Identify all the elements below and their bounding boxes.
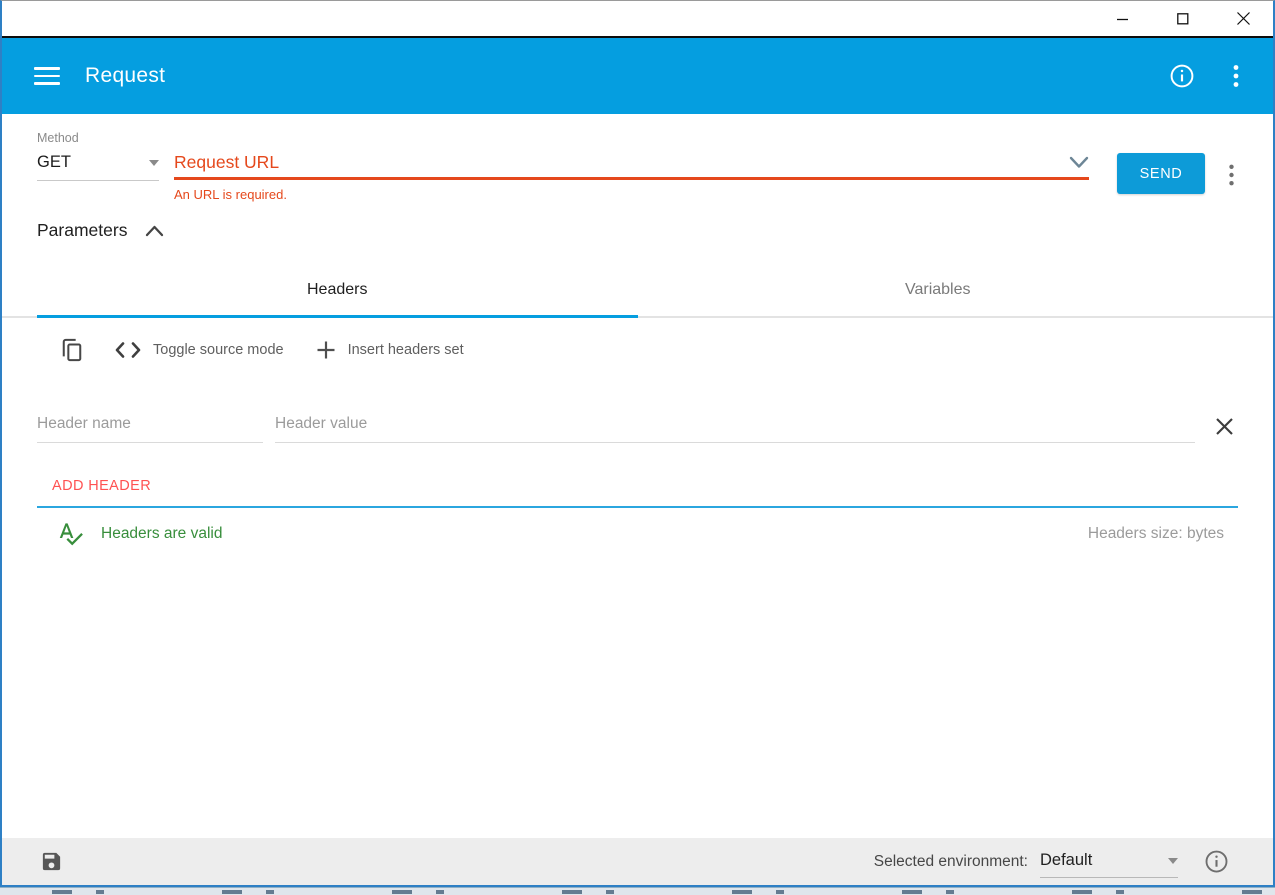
save-request-button[interactable] [40,850,63,873]
close-button[interactable] [1213,1,1273,37]
copy-icon [62,338,82,362]
background-window-remnant [0,887,1275,895]
overflow-menu-button[interactable] [1229,60,1243,92]
info-button[interactable] [1165,59,1199,93]
environment-selector-group: Selected environment: Default [874,845,1233,878]
tab-variables[interactable]: Variables [638,267,1239,316]
headers-status-row: Headers are valid Headers size: bytes [37,520,1238,547]
window-titlebar [2,1,1273,38]
minimize-icon [1117,18,1128,20]
environment-select[interactable]: Default [1040,845,1178,878]
minimize-button[interactable] [1093,1,1153,37]
app-window: Request Method GET Request URL An URL is… [0,0,1275,887]
environment-label: Selected environment: [873,852,1028,870]
insert-headers-set-button[interactable]: Insert headers set [312,336,468,364]
url-block: An URL is required. [174,131,1089,202]
request-url-input[interactable] [174,152,1061,173]
tab-headers[interactable]: Headers [37,267,638,318]
remove-header-button[interactable] [1211,413,1238,440]
app-toolbar: Request [2,38,1273,114]
request-url-row: Method GET An URL is required. SEND [37,131,1238,202]
info-icon [1170,64,1194,88]
method-select[interactable]: GET [37,153,159,181]
environment-info-button[interactable] [1200,845,1233,878]
page-title: Request [85,64,166,87]
header-name-input[interactable] [37,411,263,443]
spellcheck-valid-icon [59,523,83,546]
kebab-icon [1233,65,1239,87]
environment-caret-icon [1168,857,1178,864]
request-options-kebab-icon [1229,164,1234,186]
maximize-icon [1177,12,1189,24]
environment-value: Default [1040,851,1093,869]
appbar-actions [1165,59,1243,93]
code-icon [115,342,141,358]
maximize-button[interactable] [1153,1,1213,37]
header-value-input[interactable] [275,411,1195,443]
save-icon [42,852,61,871]
url-input-wrap [174,152,1089,180]
method-value: GET [37,153,71,171]
headers-valid-message: Headers are valid [101,524,223,542]
request-editor: Method GET An URL is required. SEND [2,114,1273,838]
insert-headers-set-label: Insert headers set [347,342,464,358]
url-suggestions-chevron-icon[interactable] [1069,156,1089,169]
headers-size-label: Headers size: bytes [1087,524,1224,542]
copy-headers-button[interactable] [57,333,87,367]
remove-header-x-icon [1216,418,1233,435]
status-bar: Selected environment: Default [2,838,1273,885]
parameters-title: Parameters [37,220,128,240]
header-form-row [37,411,1238,443]
menu-button[interactable] [34,66,60,86]
method-label: Method [37,131,79,145]
add-header-button[interactable]: ADD HEADER [50,476,153,496]
collapse-chevron-up-icon[interactable] [145,225,164,237]
headers-toolbar: Toggle source mode Insert headers set [37,333,1238,367]
method-block: Method GET [37,131,159,181]
parameters-section-header[interactable]: Parameters [37,220,1238,241]
send-button[interactable]: SEND [1117,153,1205,194]
toggle-source-mode-label: Toggle source mode [153,342,284,358]
method-caret-icon [149,159,159,166]
close-icon [1236,12,1250,25]
toggle-source-mode-button[interactable]: Toggle source mode [111,338,288,362]
plus-icon [317,341,335,359]
parameters-tabs: Headers Variables [2,267,1273,318]
url-error-message: An URL is required. [174,187,287,202]
headers-divider [37,506,1238,508]
hamburger-icon [34,67,60,70]
request-options-button[interactable] [1225,160,1238,190]
environment-info-icon [1205,850,1228,873]
